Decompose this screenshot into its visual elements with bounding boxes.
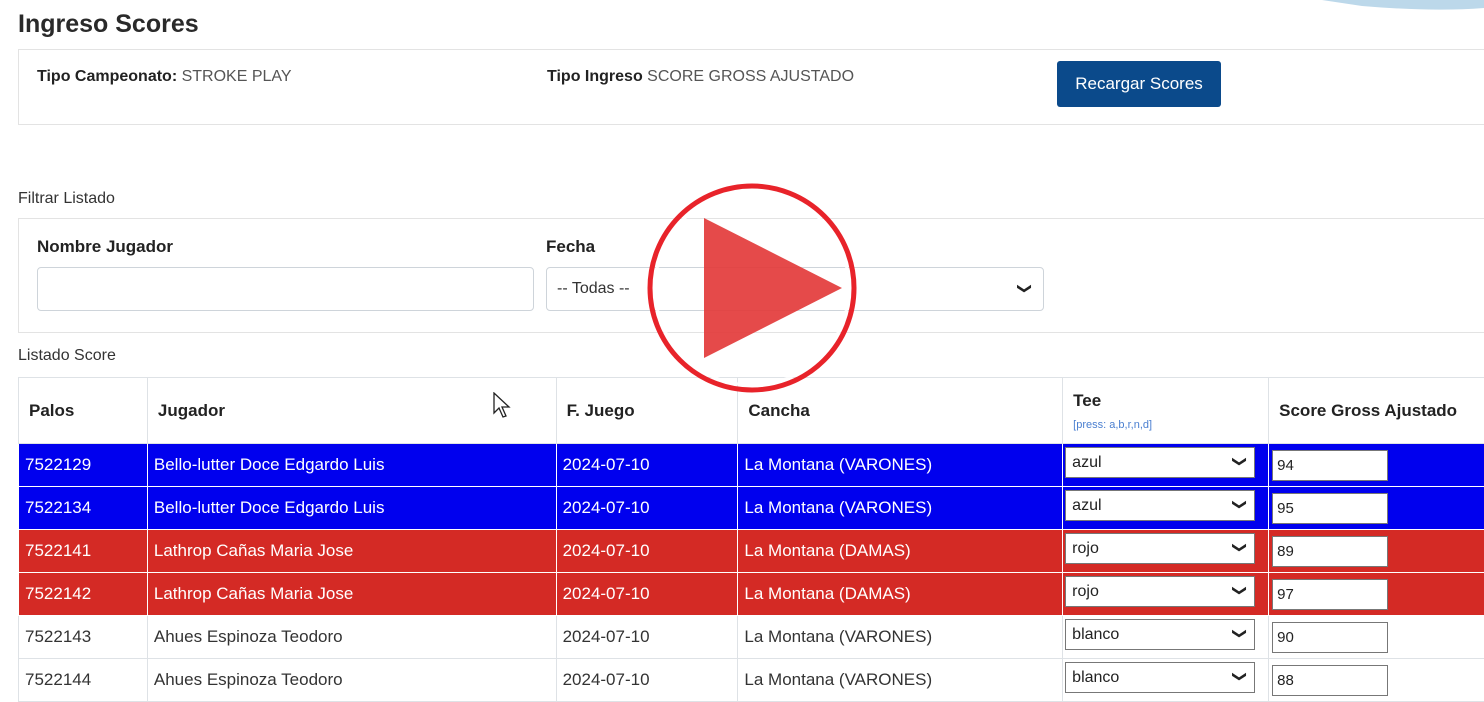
tee-select[interactable]: rojo ❯ bbox=[1065, 576, 1255, 607]
cell-score: 95 bbox=[1269, 487, 1484, 530]
cell-score: 90 bbox=[1269, 616, 1484, 659]
score-input[interactable]: 88 bbox=[1272, 665, 1388, 696]
cell-tee: rojo ❯ bbox=[1063, 530, 1269, 573]
cell-fecha: 2024-07-10 bbox=[556, 444, 738, 487]
tee-select[interactable]: azul ❯ bbox=[1065, 490, 1255, 521]
cell-score: 88 bbox=[1269, 659, 1484, 702]
tee-select-value: rojo bbox=[1072, 583, 1099, 601]
score-input[interactable]: 95 bbox=[1272, 493, 1388, 524]
table-row: 7522144Ahues Espinoza Teodoro2024-07-10L… bbox=[19, 659, 1484, 702]
play-button[interactable] bbox=[646, 182, 858, 394]
tee-select[interactable]: blanco ❯ bbox=[1065, 662, 1255, 693]
cell-jugador: Ahues Espinoza Teodoro bbox=[147, 616, 556, 659]
tipo-ingreso-value: SCORE GROSS AJUSTADO bbox=[647, 68, 854, 85]
cell-palos: 7522144 bbox=[19, 659, 148, 702]
table-row: 7522129Bello-lutter Doce Edgardo Luis202… bbox=[19, 444, 1484, 487]
cell-cancha: La Montana (VARONES) bbox=[738, 444, 1063, 487]
table-row: 7522142Lathrop Cañas Maria Jose2024-07-1… bbox=[19, 573, 1484, 616]
cell-tee: azul ❯ bbox=[1063, 487, 1269, 530]
score-input[interactable]: 97 bbox=[1272, 579, 1388, 610]
chevron-down-icon: ❯ bbox=[1232, 456, 1249, 468]
cell-cancha: La Montana (VARONES) bbox=[738, 616, 1063, 659]
score-input[interactable]: 89 bbox=[1272, 536, 1388, 567]
cell-cancha: La Montana (DAMAS) bbox=[738, 530, 1063, 573]
chevron-down-icon: ❯ bbox=[1232, 671, 1249, 683]
tee-header-label: Tee bbox=[1073, 391, 1101, 410]
tee-select-value: rojo bbox=[1072, 540, 1099, 558]
chevron-down-icon: ❯ bbox=[1232, 628, 1249, 640]
cell-fecha: 2024-07-10 bbox=[556, 616, 738, 659]
corner-decoration bbox=[1322, 0, 1484, 12]
column-header-tee: Tee [press: a,b,r,n,d] bbox=[1063, 378, 1269, 444]
tee-select-value: blanco bbox=[1072, 626, 1119, 644]
tee-shortcut-hint: [press: a,b,r,n,d] bbox=[1073, 419, 1268, 431]
table-row: 7522141Lathrop Cañas Maria Jose2024-07-1… bbox=[19, 530, 1484, 573]
cell-jugador: Bello-lutter Doce Edgardo Luis bbox=[147, 444, 556, 487]
cell-fecha: 2024-07-10 bbox=[556, 659, 738, 702]
championship-info-panel: Tipo Campeonato: STROKE PLAY Tipo Ingres… bbox=[18, 49, 1484, 125]
player-name-label: Nombre Jugador bbox=[37, 237, 173, 257]
tee-select[interactable]: rojo ❯ bbox=[1065, 533, 1255, 564]
chevron-down-icon: ❯ bbox=[1017, 283, 1034, 295]
cell-palos: 7522134 bbox=[19, 487, 148, 530]
cell-palos: 7522143 bbox=[19, 616, 148, 659]
cell-score: 94 bbox=[1269, 444, 1484, 487]
chevron-down-icon: ❯ bbox=[1232, 542, 1249, 554]
cell-tee: blanco ❯ bbox=[1063, 659, 1269, 702]
mouse-cursor-icon bbox=[493, 392, 513, 420]
play-icon bbox=[704, 218, 842, 358]
tee-select[interactable]: blanco ❯ bbox=[1065, 619, 1255, 650]
cell-score: 89 bbox=[1269, 530, 1484, 573]
date-select-value: -- Todas -- bbox=[557, 280, 630, 298]
cell-tee: azul ❯ bbox=[1063, 444, 1269, 487]
cell-palos: 7522129 bbox=[19, 444, 148, 487]
scores-table: Palos Jugador F. Juego Cancha Tee [press… bbox=[18, 377, 1484, 702]
tee-select-value: azul bbox=[1072, 454, 1101, 472]
cell-tee: rojo ❯ bbox=[1063, 573, 1269, 616]
cell-jugador: Bello-lutter Doce Edgardo Luis bbox=[147, 487, 556, 530]
column-header-palos: Palos bbox=[19, 378, 148, 444]
cell-jugador: Ahues Espinoza Teodoro bbox=[147, 659, 556, 702]
chevron-down-icon: ❯ bbox=[1232, 499, 1249, 511]
cell-palos: 7522142 bbox=[19, 573, 148, 616]
tipo-campeonato-value: STROKE PLAY bbox=[182, 68, 292, 85]
chevron-down-icon: ❯ bbox=[1232, 585, 1249, 597]
column-header-score: Score Gross Ajustado bbox=[1269, 378, 1484, 444]
cell-cancha: La Montana (VARONES) bbox=[738, 487, 1063, 530]
score-input[interactable]: 94 bbox=[1272, 450, 1388, 481]
player-name-input[interactable] bbox=[37, 267, 534, 311]
cell-cancha: La Montana (DAMAS) bbox=[738, 573, 1063, 616]
tipo-campeonato: Tipo Campeonato: STROKE PLAY bbox=[37, 68, 292, 86]
score-input[interactable]: 90 bbox=[1272, 622, 1388, 653]
cell-score: 97 bbox=[1269, 573, 1484, 616]
tee-select-value: blanco bbox=[1072, 669, 1119, 687]
filter-section-label: Filtrar Listado bbox=[18, 190, 115, 208]
tee-select-value: azul bbox=[1072, 497, 1101, 515]
cell-tee: blanco ❯ bbox=[1063, 616, 1269, 659]
cell-cancha: La Montana (VARONES) bbox=[738, 659, 1063, 702]
tipo-ingreso: Tipo Ingreso SCORE GROSS AJUSTADO bbox=[547, 68, 854, 86]
tee-select[interactable]: azul ❯ bbox=[1065, 447, 1255, 478]
cell-fecha: 2024-07-10 bbox=[556, 487, 738, 530]
reload-scores-button[interactable]: Recargar Scores bbox=[1057, 61, 1221, 107]
page-title: Ingreso Scores bbox=[18, 10, 199, 39]
cell-fecha: 2024-07-10 bbox=[556, 530, 738, 573]
tipo-ingreso-label: Tipo Ingreso bbox=[547, 68, 643, 85]
tipo-campeonato-label: Tipo Campeonato: bbox=[37, 68, 177, 85]
cell-fecha: 2024-07-10 bbox=[556, 573, 738, 616]
table-row: 7522134Bello-lutter Doce Edgardo Luis202… bbox=[19, 487, 1484, 530]
list-section-label: Listado Score bbox=[18, 347, 116, 365]
date-label: Fecha bbox=[546, 237, 595, 257]
cell-palos: 7522141 bbox=[19, 530, 148, 573]
cell-jugador: Lathrop Cañas Maria Jose bbox=[147, 573, 556, 616]
cell-jugador: Lathrop Cañas Maria Jose bbox=[147, 530, 556, 573]
table-row: 7522143Ahues Espinoza Teodoro2024-07-10L… bbox=[19, 616, 1484, 659]
